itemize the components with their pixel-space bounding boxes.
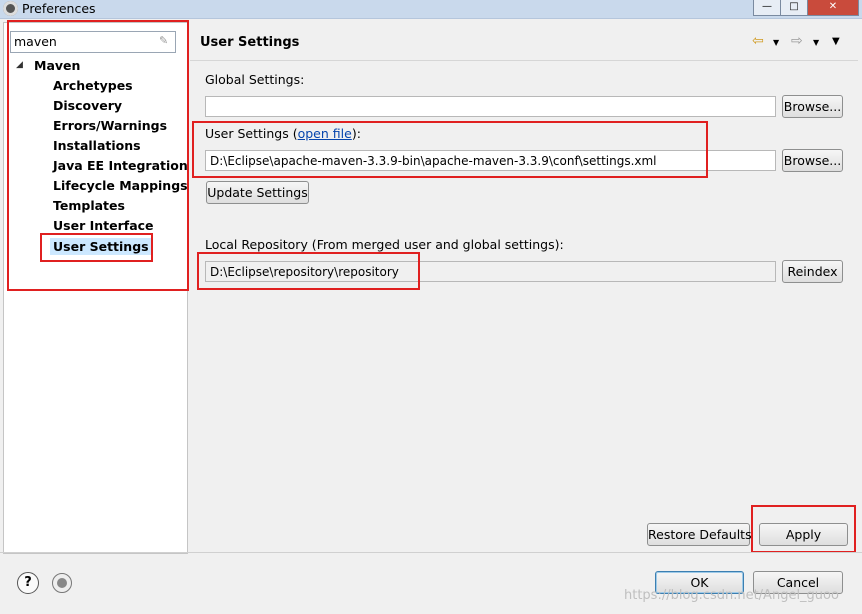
window-title: Preferences: [22, 1, 96, 16]
maximize-button[interactable]: □: [780, 0, 808, 16]
title-bar: [0, 0, 862, 19]
global-settings-label: Global Settings:: [205, 72, 305, 87]
help-icon[interactable]: ?: [17, 572, 39, 594]
footer-separator: [0, 552, 862, 553]
eclipse-gear-icon: [3, 1, 18, 16]
minimize-button[interactable]: —: [753, 0, 781, 16]
forward-arrow-icon[interactable]: ⇨: [791, 33, 803, 49]
back-arrow-icon[interactable]: ⇦: [752, 33, 764, 49]
local-repository-label: Local Repository (From merged user and g…: [205, 237, 564, 252]
record-macro-icon[interactable]: [52, 573, 72, 593]
view-menu-icon[interactable]: ▼: [832, 36, 840, 47]
watermark-text: https://blog.csdn.net/Angel_guoo: [624, 588, 839, 603]
forward-dropdown-icon[interactable]: ▼: [813, 38, 819, 47]
highlight-box-local-repository: [197, 252, 420, 290]
highlight-box-user-settings-item: [40, 233, 153, 262]
reindex-button[interactable]: Reindex: [782, 260, 843, 283]
update-settings-button[interactable]: Update Settings: [206, 181, 309, 204]
global-settings-field[interactable]: [205, 96, 776, 117]
highlight-box-apply: [751, 505, 856, 553]
page-title: User Settings: [200, 35, 300, 50]
back-dropdown-icon[interactable]: ▼: [773, 38, 779, 47]
highlight-box-user-settings: [192, 121, 708, 178]
title-separator: [190, 60, 858, 61]
global-browse-button[interactable]: Browse...: [782, 95, 843, 118]
close-button[interactable]: ✕: [807, 0, 859, 16]
user-browse-button[interactable]: Browse...: [782, 149, 843, 172]
restore-defaults-button[interactable]: Restore Defaults: [647, 523, 752, 546]
